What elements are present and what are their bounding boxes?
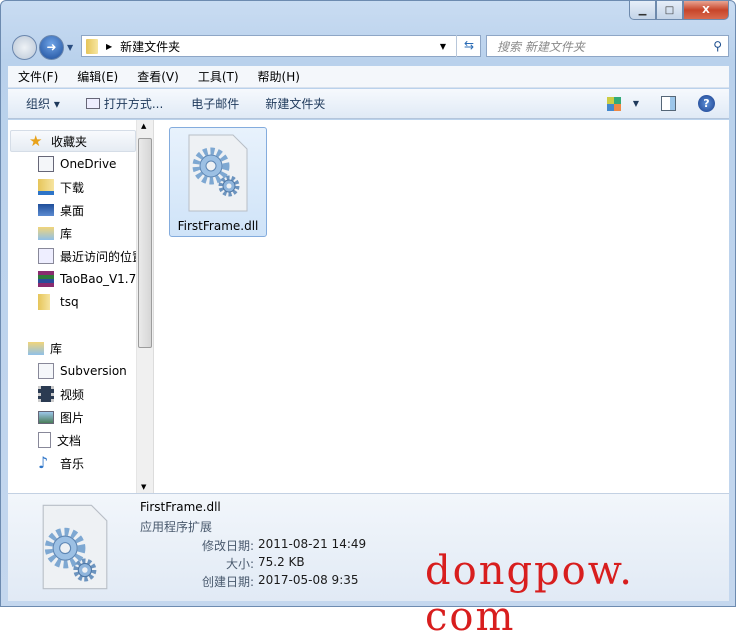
details-created-row: 创建日期: 2017-05-08 9:35 bbox=[140, 573, 400, 590]
minimize-button[interactable]: ▁ bbox=[629, 1, 656, 20]
menu-bar: 文件(F) 编辑(E) 查看(V) 工具(T) 帮助(H) bbox=[8, 66, 729, 88]
detail-key: 创建日期: bbox=[201, 575, 254, 589]
scroll-down-icon[interactable]: ▼ bbox=[141, 483, 146, 491]
onedrive-icon bbox=[38, 156, 54, 172]
nav-label: 桌面 bbox=[60, 203, 85, 218]
nav-label: Subversion bbox=[60, 364, 127, 378]
pane-divider[interactable] bbox=[153, 120, 154, 493]
nav-favorites[interactable]: ★ 收藏夹 bbox=[10, 130, 136, 152]
nav-item-music[interactable]: ♪ 音乐 bbox=[8, 452, 138, 474]
star-icon: ★ bbox=[29, 132, 43, 150]
folder-icon bbox=[38, 294, 50, 310]
organize-button[interactable]: 组织 ▾ bbox=[26, 95, 78, 112]
nav-item-onedrive[interactable]: OneDrive bbox=[8, 153, 138, 175]
nav-scrollbar[interactable]: ▲ ▼ bbox=[136, 120, 153, 493]
pictures-icon bbox=[38, 410, 54, 424]
window-controls: ▁ □ X bbox=[629, 1, 729, 20]
details-file-name: FirstFrame.dll bbox=[140, 500, 221, 514]
detail-value: 2017-05-08 9:35 bbox=[258, 573, 359, 587]
breadcrumb-current[interactable]: 新建文件夹 bbox=[120, 38, 180, 55]
library-icon bbox=[28, 341, 44, 355]
close-button[interactable]: X bbox=[683, 1, 729, 20]
search-input[interactable]: 搜索 新建文件夹 ⚲ bbox=[486, 35, 729, 57]
address-bar[interactable]: ▶ 新建文件夹 ▼ bbox=[81, 35, 481, 57]
subversion-icon bbox=[38, 363, 54, 379]
nav-item-libraries[interactable]: 库 bbox=[8, 222, 138, 244]
library-icon bbox=[38, 226, 54, 240]
new-folder-button[interactable]: 新建文件夹 bbox=[265, 95, 337, 112]
back-button[interactable] bbox=[12, 35, 37, 60]
music-icon: ♪ bbox=[38, 453, 49, 472]
nav-label: 收藏夹 bbox=[51, 134, 88, 149]
nav-item-recent[interactable]: 最近访问的位置 bbox=[8, 245, 138, 267]
open-with-button[interactable]: 打开方式... bbox=[85, 95, 175, 112]
forward-button[interactable]: ➜ bbox=[39, 35, 64, 60]
nav-item-documents[interactable]: 文档 bbox=[8, 429, 138, 451]
nav-label: 库 bbox=[60, 226, 73, 241]
recent-places-icon bbox=[38, 248, 54, 264]
recent-pages-dropdown[interactable]: ▼ bbox=[67, 43, 73, 52]
nav-item-downloads[interactable]: 下载 bbox=[8, 176, 138, 198]
menu-tools[interactable]: 工具(T) bbox=[188, 68, 248, 85]
scroll-up-icon[interactable]: ▲ bbox=[141, 122, 146, 130]
nav-label: 库 bbox=[50, 341, 63, 356]
change-view-icon[interactable] bbox=[606, 96, 621, 111]
nav-label: 视频 bbox=[60, 387, 85, 402]
nav-label: 下载 bbox=[60, 180, 85, 195]
nav-label: TaoBao_V1.7 bbox=[60, 272, 137, 286]
menu-file[interactable]: 文件(F) bbox=[8, 68, 67, 85]
menu-edit[interactable]: 编辑(E) bbox=[67, 68, 127, 85]
nav-item-subversion[interactable]: Subversion bbox=[8, 360, 138, 382]
scroll-thumb[interactable] bbox=[138, 138, 152, 348]
nav-label: OneDrive bbox=[60, 157, 117, 171]
downloads-icon bbox=[38, 179, 54, 195]
view-dropdown-icon[interactable]: ▼ bbox=[633, 99, 639, 108]
detail-value: 75.2 KB bbox=[258, 555, 305, 569]
navigation-pane: ★ 收藏夹 OneDrive 下载 桌面 库 最近访问的位置 TaoBao_V1.… bbox=[8, 120, 153, 493]
folder-icon bbox=[86, 38, 98, 54]
email-button[interactable]: 电子邮件 bbox=[191, 95, 257, 112]
search-icon[interactable]: ⚲ bbox=[713, 39, 722, 53]
menu-view[interactable]: 查看(V) bbox=[127, 68, 188, 85]
details-size-row: 大小: 75.2 KB bbox=[140, 555, 400, 572]
nav-label: 图片 bbox=[60, 410, 85, 425]
address-dropdown-icon[interactable]: ▼ bbox=[440, 42, 446, 51]
maximize-button[interactable]: □ bbox=[656, 1, 683, 20]
detail-key: 大小: bbox=[225, 557, 254, 571]
nav-item-pictures[interactable]: 图片 bbox=[8, 406, 138, 428]
documents-icon bbox=[38, 432, 51, 448]
breadcrumb-arrow-icon: ▶ bbox=[106, 41, 113, 51]
command-bar: 组织 ▾ 打开方式... 电子邮件 新建文件夹 ▼ ? bbox=[8, 89, 729, 119]
file-name: FirstFrame.dll bbox=[177, 219, 259, 233]
file-item[interactable]: FirstFrame.dll bbox=[169, 127, 267, 237]
nav-libraries[interactable]: 库 bbox=[8, 337, 138, 359]
help-icon[interactable]: ? bbox=[698, 95, 715, 112]
detail-key: 修改日期: bbox=[201, 539, 254, 553]
dll-gear-icon bbox=[188, 134, 248, 212]
open-with-label: 打开方式... bbox=[103, 97, 164, 111]
main-area: ★ 收藏夹 OneDrive 下载 桌面 库 最近访问的位置 TaoBao_V1.… bbox=[8, 120, 729, 493]
details-modified-row: 修改日期: 2011-08-21 14:49 bbox=[140, 537, 400, 554]
details-file-type: 应用程序扩展 bbox=[140, 520, 213, 534]
dll-gear-icon-large bbox=[42, 504, 108, 590]
preview-pane-icon[interactable] bbox=[661, 96, 676, 111]
open-with-icon bbox=[85, 98, 100, 109]
desktop-icon bbox=[38, 204, 54, 216]
watermark: dongpow. com bbox=[425, 548, 634, 640]
nav-label: 音乐 bbox=[60, 456, 85, 471]
nav-item-taobao[interactable]: TaoBao_V1.7 bbox=[8, 268, 138, 290]
detail-value: 2011-08-21 14:49 bbox=[258, 537, 367, 551]
search-placeholder: 搜索 新建文件夹 bbox=[497, 39, 585, 54]
nav-label: tsq bbox=[60, 295, 79, 309]
nav-label: 文档 bbox=[57, 433, 82, 448]
nav-label: 最近访问的位置 bbox=[60, 249, 138, 264]
nav-item-tsq[interactable]: tsq bbox=[8, 291, 138, 313]
refresh-button[interactable]: ⇆ bbox=[456, 35, 481, 57]
winrar-archive-icon bbox=[38, 271, 54, 287]
nav-item-videos[interactable]: 视频 bbox=[8, 383, 138, 405]
video-icon bbox=[38, 386, 54, 402]
menu-help[interactable]: 帮助(H) bbox=[248, 68, 309, 85]
explorer-window: ▁ □ X ➜ ▼ ▶ 新建文件夹 ▼ ⇆ 搜索 新建文件夹 ⚲ 文件(F) 编… bbox=[0, 0, 736, 607]
nav-item-desktop[interactable]: 桌面 bbox=[8, 199, 138, 221]
